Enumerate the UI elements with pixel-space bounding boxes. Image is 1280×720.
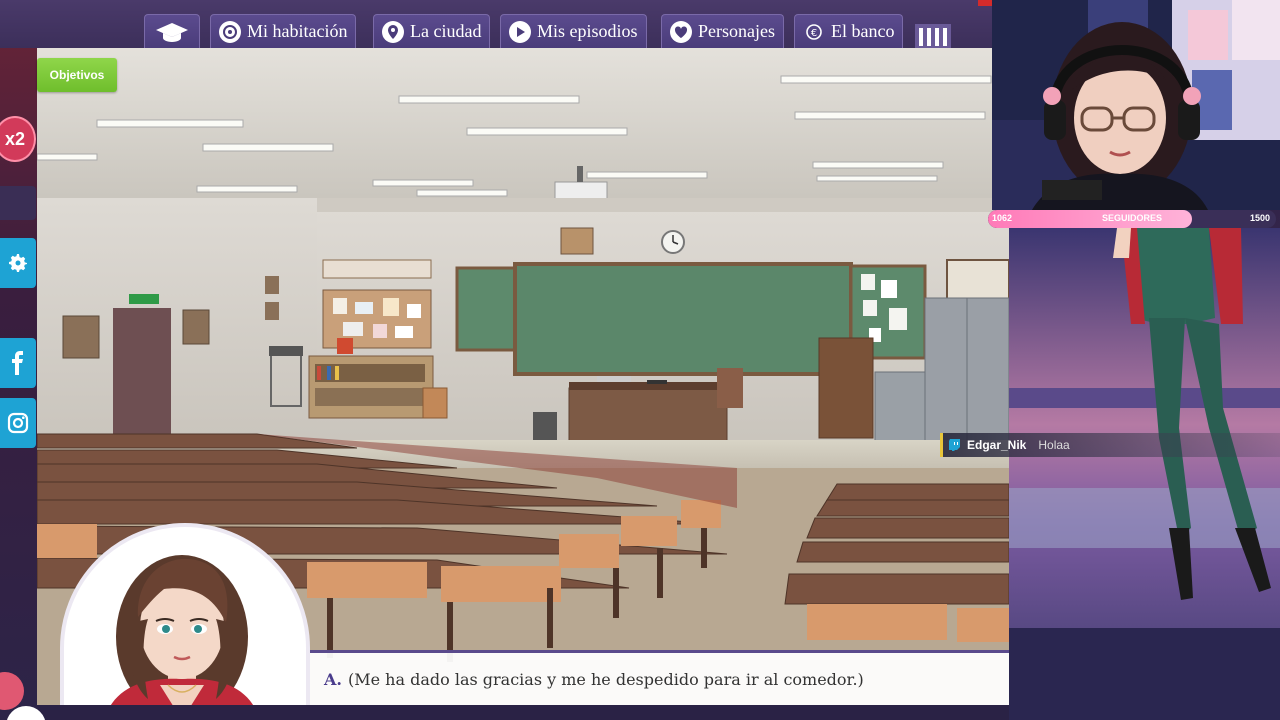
nav-mis-episodios[interactable]: Mis episodios: [500, 14, 647, 48]
nav-label: Mi habitación: [247, 21, 348, 41]
graduation-cap-icon: [156, 22, 188, 42]
nav-el-banco[interactable]: € El banco: [794, 14, 904, 48]
chat-message: Edgar_Nik Holaa: [940, 433, 1280, 457]
webcam-feed: [992, 0, 1280, 210]
strip-slot[interactable]: [0, 186, 36, 220]
nav-label: El banco: [831, 21, 895, 41]
nav-mi-habitacion[interactable]: Mi habitación: [210, 14, 357, 48]
followers-label: SEGUIDORES: [1102, 213, 1163, 223]
followers-goal-bar: 1062 SEGUIDORES 1500: [988, 210, 1276, 228]
instagram-icon: [7, 412, 29, 434]
objetivos-button[interactable]: Objetivos: [37, 58, 117, 92]
facebook-button[interactable]: [0, 338, 36, 388]
play-icon: [509, 20, 531, 43]
map-pin-icon: [382, 20, 404, 43]
side-strip: x2: [0, 0, 37, 720]
svg-text:€: €: [811, 28, 817, 39]
instagram-button[interactable]: [0, 398, 36, 448]
followers-current: 1062: [992, 213, 1013, 223]
multiplier-badge[interactable]: x2: [0, 116, 36, 162]
nav-label: La ciudad: [410, 21, 482, 41]
notification-dot: [978, 0, 992, 6]
building-icon: [915, 24, 951, 48]
gear-icon: [9, 254, 27, 272]
followers-goal: 1500: [1249, 213, 1270, 223]
dialogue-text: (Me ha dado las gracias y me he despedid…: [347, 669, 864, 689]
bottom-bar: [37, 705, 1009, 720]
overlay-background: [1009, 228, 1280, 720]
facebook-icon: [12, 351, 23, 375]
chat-text: Holaa: [1038, 438, 1070, 452]
chat-username: Edgar_Nik: [967, 438, 1027, 452]
twitch-icon: [949, 439, 960, 451]
dialogue-box[interactable]: A. (Me ha dado las gracias y me he despe…: [310, 650, 1009, 705]
nav-personajes[interactable]: Personajes: [661, 14, 784, 48]
nav-label: Mis episodios: [537, 21, 638, 41]
bank-icon: €: [803, 21, 825, 43]
character-avatar-icon: [105, 555, 259, 716]
top-nav: Mi habitación La ciudad Mis episodios Pe…: [0, 0, 992, 48]
home-button[interactable]: [144, 14, 200, 48]
streamer-webcam-image: [992, 0, 1280, 210]
settings-button[interactable]: [0, 238, 36, 288]
standing-character-image: [1009, 228, 1280, 720]
speaker-name: A.: [324, 669, 342, 689]
room-icon: [219, 20, 241, 43]
nav-la-ciudad[interactable]: La ciudad: [373, 14, 491, 48]
heart-icon: [670, 20, 692, 43]
nav-label: Personajes: [698, 21, 775, 41]
